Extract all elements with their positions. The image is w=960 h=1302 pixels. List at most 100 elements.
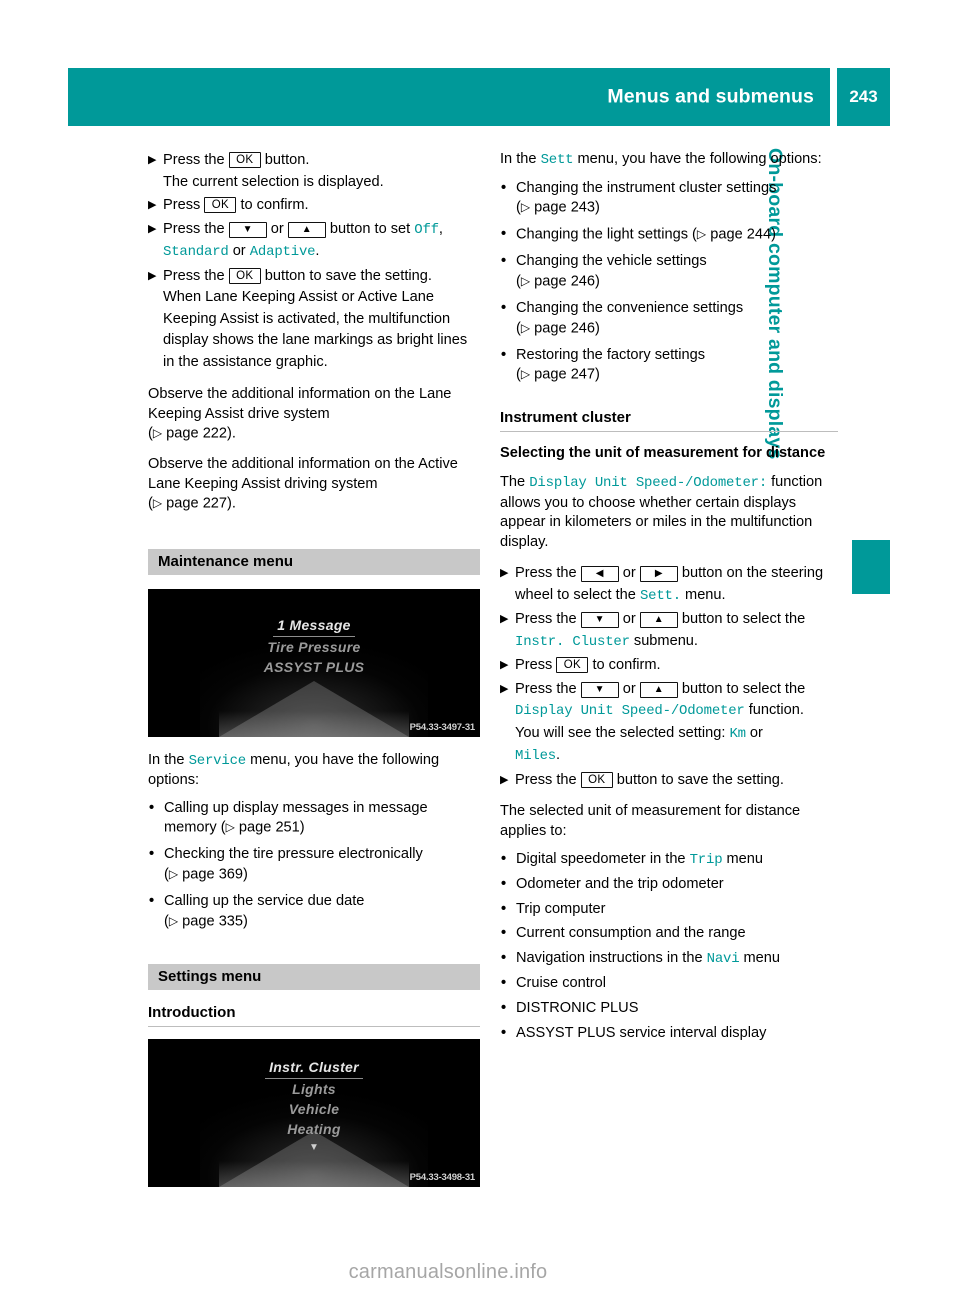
bullet-text: Digital speedometer in the bbox=[516, 850, 686, 867]
arrow-left-key-icon: ◀ bbox=[580, 566, 619, 583]
page-ref: page 244 bbox=[710, 226, 772, 243]
punct-period: . bbox=[556, 747, 561, 764]
step-conjunction: or bbox=[622, 680, 636, 697]
step-text-trail2: menu. bbox=[685, 586, 726, 603]
cluster-line: Lights bbox=[292, 1080, 336, 1097]
header-title-bar: Menus and submenus bbox=[68, 68, 830, 126]
bullet-icon: • bbox=[501, 900, 507, 917]
page-header: Menus and submenus 243 bbox=[68, 68, 890, 126]
chapter-side-tab-marker bbox=[852, 540, 890, 594]
bullet-icon: • bbox=[501, 253, 507, 270]
note-text: Observe the additional information on th… bbox=[148, 386, 452, 422]
applies-bullet-item: • ASSYST PLUS service interval display bbox=[500, 1024, 838, 1044]
ok-key-icon: OK bbox=[556, 657, 589, 674]
applies-bullet-item: • Odometer and the trip odometer bbox=[500, 875, 838, 895]
applies-bullet-item: • Navigation instructions in the Navi me… bbox=[500, 949, 838, 970]
step-text-trail: button to save the setting. bbox=[616, 771, 784, 788]
subheading-introduction: Introduction bbox=[148, 1003, 236, 1021]
page-ref-arrow-icon: ▷ bbox=[168, 867, 179, 882]
page-ref: page 369 bbox=[182, 866, 244, 883]
note-lane-keeping-assist: Observe the additional information on th… bbox=[148, 385, 480, 424]
page-ref-arrow-icon: ▷ bbox=[520, 320, 531, 335]
step-select-display-unit-function: ▶ Press the ▼ or ▲ button to select the … bbox=[500, 679, 838, 768]
note-active-lane-keeping-assist: Observe the additional information on th… bbox=[148, 455, 480, 494]
step-arrow-icon: ▶ bbox=[148, 269, 157, 282]
bullet-text: Odometer and the trip odometer bbox=[516, 876, 724, 893]
menu-name-sett-dot: Sett. bbox=[639, 587, 681, 604]
image-reference-code: P54.33-3497-31 bbox=[409, 721, 476, 733]
subheading-rule bbox=[148, 1025, 480, 1027]
bullet-text-post: menu bbox=[743, 949, 781, 966]
subheading-instrument-cluster: Instrument cluster bbox=[500, 409, 631, 427]
bullet-text: Calling up the service due date bbox=[164, 893, 365, 910]
function-name-display-unit: Display Unit Speed-/Odometer: bbox=[529, 474, 768, 491]
punct-comma: , bbox=[438, 220, 443, 237]
bullet-icon: • bbox=[149, 846, 155, 863]
subheading-rule bbox=[500, 431, 838, 433]
ok-key-icon: OK bbox=[204, 197, 237, 213]
sett-bullet-item: • Changing the vehicle settings (▷ page … bbox=[501, 253, 707, 290]
bullet-icon: • bbox=[501, 300, 507, 317]
step-text-lead: Press the bbox=[515, 565, 577, 582]
page-ref: page 247 bbox=[534, 366, 596, 383]
image-reference-code: P54.33-3498-31 bbox=[409, 1171, 476, 1183]
step-continuation: When Lane Keeping Assist or Active Lane … bbox=[163, 289, 468, 370]
step-save-setting: ▶ Press the OK button to save the settin… bbox=[500, 770, 838, 792]
bullet-icon: • bbox=[501, 925, 507, 942]
step-continuation: The current selection is displayed. bbox=[163, 173, 384, 190]
step-conjunction-2: or bbox=[232, 243, 246, 259]
intro-post: menu, you have the following options: bbox=[577, 151, 822, 167]
section-header-settings-menu: Settings menu bbox=[148, 963, 480, 990]
step-press-ok-confirm: ▶ Press OK to confirm. bbox=[500, 655, 838, 677]
step-text-lead: Press the bbox=[515, 680, 577, 697]
scroll-down-caret-icon: ▼ bbox=[309, 1141, 319, 1153]
bullet-text: Trip computer bbox=[516, 900, 606, 917]
step-text-trail: to confirm. bbox=[240, 197, 309, 213]
right-column: In the Sett menu, you have the following… bbox=[500, 150, 838, 1050]
bullet-text: Restoring the factory settings bbox=[516, 346, 705, 363]
step-text-trail: button. bbox=[264, 152, 310, 168]
unit-function-description: The Display Unit Speed-/Odometer: functi… bbox=[500, 473, 838, 552]
road-glow-graphic bbox=[219, 710, 409, 737]
bullet-icon: • bbox=[501, 179, 507, 196]
step-text-trail: button to save the setting. bbox=[264, 267, 432, 284]
cluster-line: Tire Pressure bbox=[267, 638, 361, 655]
cluster-line-selected: 1 Message bbox=[273, 615, 355, 637]
sett-bullet-item: • Changing the instrument cluster settin… bbox=[501, 179, 777, 216]
page-ref: page 243 bbox=[534, 199, 596, 216]
step-save-setting: ▶ Press the OK button to save the settin… bbox=[148, 266, 480, 374]
ok-key-icon: OK bbox=[228, 267, 261, 284]
ok-key-icon: OK bbox=[580, 771, 613, 788]
step-select-instr-cluster-submenu: ▶ Press the ▼ or ▲ button to select the … bbox=[500, 609, 838, 653]
note-active-lane-keeping-assist-ref: (▷ page 227). bbox=[148, 495, 236, 512]
applies-bullet-item: • Current consumption and the range bbox=[500, 924, 838, 944]
sett-bullet-item: • Changing the light settings (▷ page 24… bbox=[500, 225, 838, 245]
menu-value-adaptive: Adaptive bbox=[249, 244, 316, 260]
punct-period: . bbox=[315, 243, 320, 259]
step-arrow-icon: ▶ bbox=[148, 222, 157, 235]
step-arrow-icon: ▶ bbox=[148, 154, 157, 166]
step-text-lead: Press bbox=[515, 657, 553, 674]
left-column: ▶ Press the OK button. The current selec… bbox=[148, 150, 480, 1201]
step-press-ok-button: ▶ Press the OK button. The current selec… bbox=[148, 150, 480, 193]
bullet-text: Navigation instructions in the bbox=[516, 949, 703, 966]
step-text-trail: button to select the bbox=[681, 680, 806, 697]
page-ref-arrow-icon: ▷ bbox=[696, 227, 707, 242]
step-text-trail: button to set bbox=[329, 220, 411, 237]
step-arrow-icon: ▶ bbox=[500, 567, 509, 580]
bullet-text: Changing the vehicle settings bbox=[516, 253, 707, 270]
bullet-text: Changing the convenience settings bbox=[516, 300, 744, 317]
page-ref: page 251 bbox=[238, 819, 300, 836]
step-arrow-icon: ▶ bbox=[500, 682, 509, 695]
applies-bullet-item: • Digital speedometer in the Trip menu bbox=[500, 850, 838, 871]
arrow-down-key-icon: ▼ bbox=[580, 681, 619, 698]
step-arrow-icon: ▶ bbox=[148, 199, 157, 211]
page-ref-arrow-icon: ▷ bbox=[152, 496, 163, 511]
setting-value-km: Km bbox=[729, 725, 746, 742]
applies-bullet-item: • DISTRONIC PLUS bbox=[500, 999, 838, 1019]
bullet-text: Current consumption and the range bbox=[516, 925, 746, 942]
arrow-up-key-icon: ▲ bbox=[639, 612, 678, 629]
bullet-text: Changing the instrument cluster settings bbox=[516, 179, 777, 196]
cluster-line-selected: Instr. Cluster bbox=[265, 1057, 363, 1079]
step-text-trail: to confirm. bbox=[592, 657, 661, 674]
